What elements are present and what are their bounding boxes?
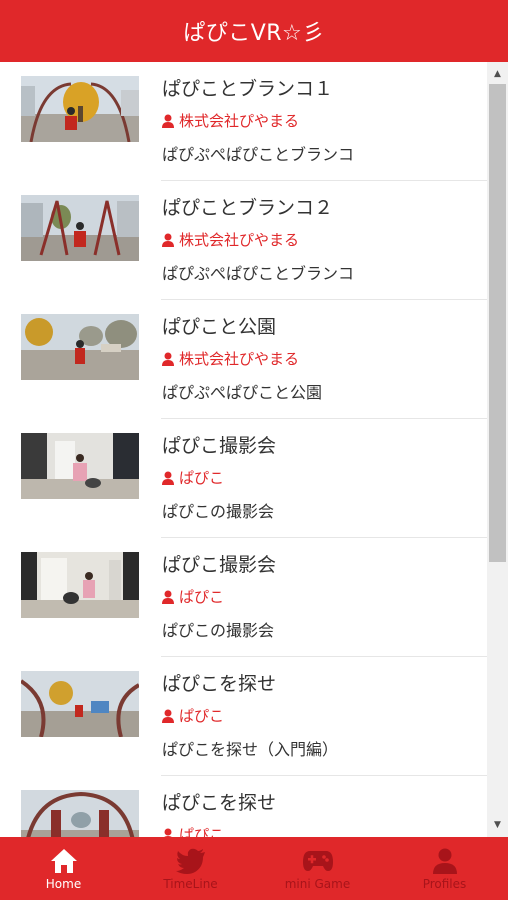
video-author: 株式会社ぴやまる [162,229,299,250]
studio-thumbnail-image [21,552,139,618]
video-title[interactable]: ぱぴこと公園 [162,312,276,339]
video-list[interactable]: ぱぴことブランコ１ 株式会社ぴやまる ぱぴぷぺぱぴことブランコ ぱぴことブランコ… [0,62,487,837]
author-name: 株式会社ぴやまる [179,112,300,130]
list-item[interactable]: ぱぴことブランコ１ 株式会社ぴやまる ぱぴぷぺぱぴことブランコ [0,62,487,181]
video-description: ぱぴこの撮影会 [162,621,275,640]
video-thumbnail[interactable] [21,195,139,261]
vertical-scrollbar[interactable]: ▲ ▼ [487,62,508,837]
author-name: ぱぴこ [179,826,225,837]
user-icon [162,471,174,485]
video-title[interactable]: ぱぴこを探せ [162,669,276,696]
user-icon [162,828,174,837]
user-icon [162,233,174,247]
swing-thumbnail-image [21,76,139,142]
app-header: ぱぴこVR☆彡 [0,0,508,62]
home-icon [50,847,78,875]
video-title[interactable]: ぱぴことブランコ１ [162,74,333,101]
playground-thumbnail-image [21,790,139,837]
user-icon [162,590,174,604]
video-author: 株式会社ぴやまる [162,348,299,369]
author-name: ぱぴこ [179,588,225,606]
list-item[interactable]: ぱぴこ撮影会 ぱぴこ ぱぴこの撮影会 [0,419,487,538]
nav-label-timeline: TimeLine [163,876,218,891]
user-icon [162,709,174,723]
playground-thumbnail-image [21,671,139,737]
video-thumbnail[interactable] [21,314,139,380]
person-icon [432,847,457,875]
author-name: 株式会社ぴやまる [179,350,300,368]
user-icon [162,352,174,366]
video-title[interactable]: ぱぴこ撮影会 [162,550,276,577]
video-author: ぱぴこ [162,467,224,488]
video-author: 株式会社ぴやまる [162,110,299,131]
video-description: ぱぴぷぺぱぴこと公園 [162,383,323,402]
nav-label-home: Home [45,876,82,891]
video-author: ぱぴこ [162,586,224,607]
video-thumbnail[interactable] [21,76,139,142]
app-screen: ぱぴこVR☆彡 ぱぴことブランコ１ 株式会社ぴやまる ぱぴぷぺぱぴことブランコ … [0,0,508,900]
video-description: ぱぴぷぺぱぴことブランコ [162,145,355,164]
author-name: 株式会社ぴやまる [179,231,300,249]
video-title[interactable]: ぱぴことブランコ２ [162,193,333,220]
nav-tab-profiles[interactable]: Profiles [381,837,508,900]
video-description: ぱぴこの撮影会 [162,502,275,521]
video-thumbnail[interactable] [21,433,139,499]
video-author: ぱぴこ [162,824,224,837]
video-thumbnail[interactable] [21,790,139,837]
nav-tab-timeline[interactable]: TimeLine [127,837,254,900]
video-title[interactable]: ぱぴこを探せ [162,788,276,815]
swing-thumbnail-image [21,195,139,261]
studio-thumbnail-image [21,433,139,499]
twitter-bird-icon [175,847,206,875]
app-title: ぱぴこVR☆彡 [183,21,325,46]
nav-label-profiles: Profiles [422,876,467,891]
video-description: ぱぴぷぺぱぴことブランコ [162,264,355,283]
list-item[interactable]: ぱぴことブランコ２ 株式会社ぴやまる ぱぴぷぺぱぴことブランコ [0,181,487,300]
scrollbar-thumb[interactable] [489,84,506,562]
video-author: ぱぴこ [162,705,224,726]
nav-label-mini-game: mini Game [284,876,351,891]
nav-tab-home[interactable]: Home [0,837,127,900]
list-item[interactable]: ぱぴこを探せ ぱぴこ [0,776,487,837]
scroll-down-arrow-icon[interactable]: ▼ [487,815,508,835]
video-thumbnail[interactable] [21,671,139,737]
author-name: ぱぴこ [179,707,225,725]
user-icon [162,114,174,128]
park-thumbnail-image [21,314,139,380]
gamepad-icon [302,847,334,875]
author-name: ぱぴこ [179,469,225,487]
nav-tab-mini-game[interactable]: mini Game [254,837,381,900]
list-item[interactable]: ぱぴこを探せ ぱぴこ ぱぴこを探せ（入門編） [0,657,487,776]
video-description: ぱぴこを探せ（入門編） [162,740,339,759]
video-thumbnail[interactable] [21,552,139,618]
list-item[interactable]: ぱぴこ撮影会 ぱぴこ ぱぴこの撮影会 [0,538,487,657]
scroll-up-arrow-icon[interactable]: ▲ [487,64,508,84]
video-title[interactable]: ぱぴこ撮影会 [162,431,276,458]
list-item[interactable]: ぱぴこと公園 株式会社ぴやまる ぱぴぷぺぱぴこと公園 [0,300,487,419]
bottom-navigation: Home TimeLine mini Game Profiles [0,837,508,900]
